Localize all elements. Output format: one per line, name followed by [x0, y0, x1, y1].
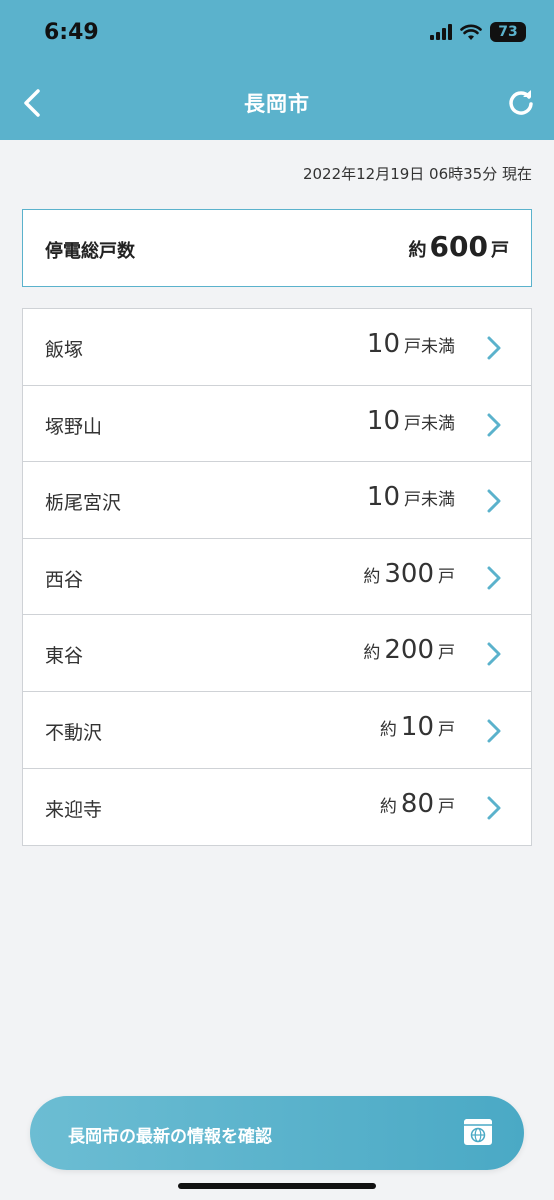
count-unit: 戸 — [438, 719, 455, 740]
area-count: 10 戸未満 — [363, 329, 455, 359]
latest-info-button[interactable]: 長岡市の最新の情報を確認 — [30, 1096, 524, 1170]
area-name: 塚野山 — [45, 415, 103, 438]
area-count: 10 戸未満 — [363, 406, 455, 436]
count-unit: 戸 — [438, 643, 455, 664]
total-label: 停電総戸数 — [45, 241, 135, 262]
area-row[interactable]: 西谷 約 300 戸 — [23, 539, 531, 616]
chevron-right-icon — [487, 566, 501, 590]
area-name: 東谷 — [45, 645, 84, 668]
count-number: 300 — [384, 558, 434, 589]
nav-bar: 長岡市 — [0, 66, 554, 140]
count-unit: 戸未満 — [404, 337, 455, 357]
total-number: 600 — [429, 230, 488, 263]
count-unit: 戸未満 — [404, 413, 455, 434]
count-number: 80 — [400, 788, 434, 819]
count-unit: 戸 — [438, 566, 455, 587]
count-number: 10 — [400, 711, 434, 742]
update-timestamp: 2022年12月19日 06時35分 現在 — [302, 165, 532, 183]
refresh-icon[interactable] — [506, 88, 536, 118]
area-row[interactable]: 栃尾宮沢 10 戸未満 — [23, 462, 531, 539]
count-prefix: 約 — [379, 719, 397, 740]
area-row[interactable]: 不動沢 約 10 戸 — [23, 692, 531, 769]
area-count: 約 200 戸 — [363, 635, 455, 665]
chevron-right-icon — [487, 642, 501, 666]
chevron-right-icon — [487, 336, 501, 360]
count-prefix: 約 — [379, 796, 397, 817]
status-bar: 6:49 73 — [0, 0, 554, 66]
battery-icon: 73 — [490, 22, 526, 42]
chevron-right-icon — [487, 489, 501, 513]
status-icons: 73 — [430, 22, 526, 42]
chevron-right-icon — [487, 413, 501, 437]
area-list: 飯塚 10 戸未満 塚野山 10 戸未満 栃尾宮沢 10 戸未満 西谷 約 30… — [22, 308, 532, 847]
area-row[interactable]: 塚野山 10 戸未満 — [23, 386, 531, 463]
count-unit: 戸 — [438, 796, 455, 817]
total-outage-card: 停電総戸数 約 600 戸 — [22, 209, 532, 287]
area-count: 10 戸未満 — [363, 482, 455, 512]
area-name: 飯塚 — [45, 339, 84, 361]
count-number: 10 — [366, 405, 400, 436]
cellular-signal-icon — [430, 24, 452, 40]
count-unit: 戸未満 — [404, 490, 455, 511]
area-row[interactable]: 飯塚 10 戸未満 — [23, 309, 531, 386]
status-time: 6:49 — [44, 20, 99, 45]
count-number: 200 — [384, 635, 434, 666]
page-title: 長岡市 — [244, 92, 310, 116]
area-name: 西谷 — [45, 568, 84, 591]
area-count: 約 10 戸 — [380, 712, 455, 742]
web-browser-icon — [464, 1119, 492, 1145]
count-number: 10 — [366, 329, 400, 359]
total-prefix: 約 — [408, 240, 427, 261]
chevron-right-icon — [487, 796, 501, 820]
area-count: 約 80 戸 — [380, 789, 455, 819]
area-row[interactable]: 来迎寺 約 80 戸 — [23, 769, 531, 846]
total-unit: 戸 — [491, 240, 509, 261]
wifi-icon — [460, 24, 482, 40]
area-name: 不動沢 — [45, 721, 103, 744]
chevron-right-icon — [487, 719, 501, 743]
area-row[interactable]: 東谷 約 200 戸 — [23, 615, 531, 692]
count-prefix: 約 — [363, 566, 381, 587]
area-name: 栃尾宮沢 — [45, 492, 122, 515]
count-number: 10 — [366, 482, 400, 513]
area-count: 約 300 戸 — [363, 559, 455, 589]
home-indicator — [178, 1183, 376, 1189]
total-value: 約 600 戸 — [409, 230, 509, 263]
latest-info-label: 長岡市の最新の情報を確認 — [68, 1127, 272, 1147]
area-name: 来迎寺 — [45, 798, 103, 821]
count-prefix: 約 — [363, 643, 381, 664]
